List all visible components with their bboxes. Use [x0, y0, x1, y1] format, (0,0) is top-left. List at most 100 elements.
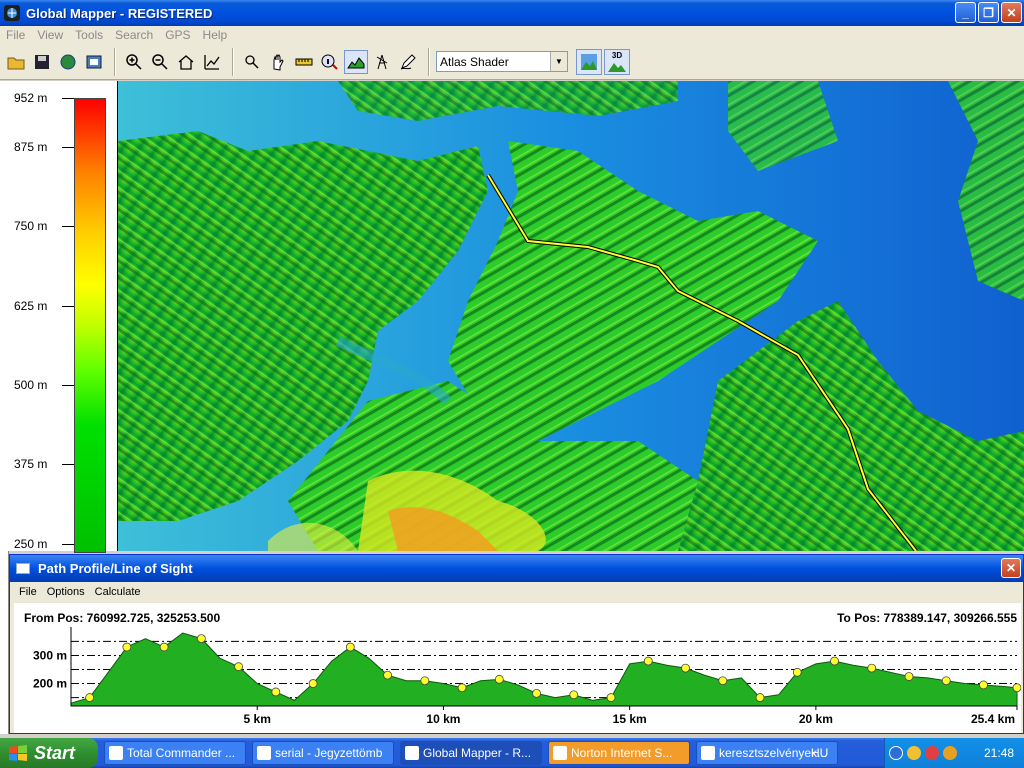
task-label: Norton Internet S...	[571, 746, 673, 760]
feature-info-icon[interactable]	[318, 50, 342, 74]
menu-view[interactable]: View	[31, 28, 69, 42]
floppy-icon	[109, 746, 123, 760]
legend-label: 250 m	[14, 537, 48, 551]
digitizer-pen-icon[interactable]	[396, 50, 420, 74]
terrain-map[interactable]	[118, 81, 1024, 551]
path-profile-window: Path Profile/Line of Sight ✕ File Option…	[9, 554, 1024, 734]
profile-chart-area: From Pos: 760992.725, 325253.500 To Pos:…	[14, 603, 1022, 733]
task-total-commander[interactable]: Total Commander ...	[104, 741, 246, 765]
open-folder-icon[interactable]	[4, 50, 28, 74]
profile-close-button[interactable]: ✕	[1001, 558, 1021, 578]
globe-icon	[405, 746, 419, 760]
shader-select[interactable]: Atlas Shader ▼	[436, 51, 568, 72]
menu-search[interactable]: Search	[109, 28, 159, 42]
menu-gps[interactable]: GPS	[159, 28, 196, 42]
legend-tick	[62, 464, 74, 465]
3d-view-button[interactable]: 3D	[604, 48, 630, 75]
globe-app-icon	[4, 5, 20, 21]
profile-menu-file[interactable]: File	[14, 586, 42, 598]
start-label: Start	[34, 742, 76, 763]
toolbar: Atlas Shader ▼ 3D	[0, 44, 1024, 80]
data-point	[643, 656, 653, 666]
language-indicator[interactable]: HU	[811, 746, 828, 760]
minimize-button[interactable]: _	[955, 2, 976, 23]
title-bar: Global Mapper - REGISTERED _ ❐ ✕	[0, 0, 1024, 26]
data-point	[85, 693, 95, 702]
network-icon[interactable]	[907, 746, 921, 760]
security-icon[interactable]	[925, 746, 939, 760]
x-tick-label: 10 km	[426, 712, 460, 726]
data-point	[345, 642, 355, 652]
zoom-in-icon[interactable]	[122, 50, 146, 74]
path-profile-icon[interactable]	[344, 49, 368, 74]
y-tick-label: 200 m	[33, 677, 67, 691]
menu-bar: File View Tools Search GPS Help	[0, 26, 1024, 44]
export-icon[interactable]	[82, 50, 106, 74]
elevation-color-ramp	[74, 98, 106, 553]
x-tick-label: 5 km	[244, 712, 271, 726]
to-position: To Pos: 778389.147, 309266.555	[837, 611, 1017, 625]
data-point	[941, 676, 951, 686]
globe-download-icon[interactable]	[56, 50, 80, 74]
full-view-icon[interactable]	[200, 50, 224, 74]
menu-help[interactable]: Help	[197, 28, 234, 42]
legend-label: 952 m	[14, 91, 48, 105]
data-point	[494, 674, 504, 684]
close-button[interactable]: ✕	[1001, 2, 1022, 23]
data-point	[457, 683, 467, 693]
legend-label: 625 m	[14, 299, 48, 313]
legend-label: 375 m	[14, 457, 48, 471]
toolbar-separator	[428, 47, 430, 76]
shader-select-value: Atlas Shader	[440, 54, 509, 69]
data-point	[159, 642, 169, 652]
task-label: serial - Jegyzettömb	[275, 746, 383, 760]
menu-file[interactable]: File	[0, 28, 31, 42]
taskbar: Start Total Commander ... serial - Jegyz…	[0, 738, 1024, 768]
profile-menu-options[interactable]: Options	[42, 586, 90, 598]
3d-view-label: 3D	[611, 50, 623, 60]
chevron-down-icon[interactable]: ▼	[550, 52, 567, 71]
volume-icon[interactable]	[943, 746, 957, 760]
data-point	[755, 693, 765, 702]
task-norton[interactable]: Norton Internet S...	[548, 741, 690, 765]
data-point	[196, 634, 206, 644]
legend-label: 750 m	[14, 219, 48, 233]
data-point	[234, 662, 243, 672]
home-icon[interactable]	[174, 50, 198, 74]
pan-hand-icon[interactable]	[266, 50, 290, 74]
window-icon	[16, 563, 30, 574]
left-edge-strip	[0, 551, 9, 734]
task-notepad[interactable]: serial - Jegyzettömb	[252, 741, 394, 765]
view-shed-tower-icon[interactable]	[370, 50, 394, 74]
toolbar-separator	[232, 47, 234, 76]
profile-menu-calculate[interactable]: Calculate	[90, 586, 146, 598]
x-tick-label: 20 km	[799, 712, 833, 726]
save-icon[interactable]	[30, 50, 54, 74]
map-view[interactable]	[118, 81, 1024, 551]
legend-tick	[62, 147, 74, 148]
maximize-button[interactable]: ❐	[978, 2, 999, 23]
data-point	[383, 670, 392, 680]
elevation-legend: 952 m 875 m 750 m 625 m 500 m 375 m 250 …	[0, 81, 118, 553]
clock: 21:48	[983, 746, 1014, 760]
y-tick-label: 300 m	[33, 648, 67, 662]
tray-arrow-icon[interactable]	[889, 746, 903, 760]
data-point	[904, 672, 914, 681]
shader-options-icon[interactable]	[576, 48, 602, 75]
zoom-tool-icon[interactable]	[240, 50, 264, 74]
x-tick-label: 15 km	[613, 712, 647, 726]
legend-label: 500 m	[14, 378, 48, 392]
data-point	[867, 663, 877, 673]
toolbar-separator	[114, 47, 116, 76]
menu-tools[interactable]: Tools	[69, 28, 109, 42]
profile-title: Path Profile/Line of Sight	[38, 561, 193, 576]
start-button[interactable]: Start	[0, 738, 98, 768]
legend-tick	[62, 226, 74, 227]
data-point	[792, 667, 802, 677]
profile-title-bar: Path Profile/Line of Sight	[10, 555, 1023, 582]
task-global-mapper[interactable]: Global Mapper - R...	[400, 741, 542, 765]
measure-ruler-icon[interactable]	[292, 50, 316, 74]
zoom-out-icon[interactable]	[148, 50, 172, 74]
x-tick-label: 25.4 km	[971, 712, 1015, 726]
data-point	[569, 690, 579, 700]
